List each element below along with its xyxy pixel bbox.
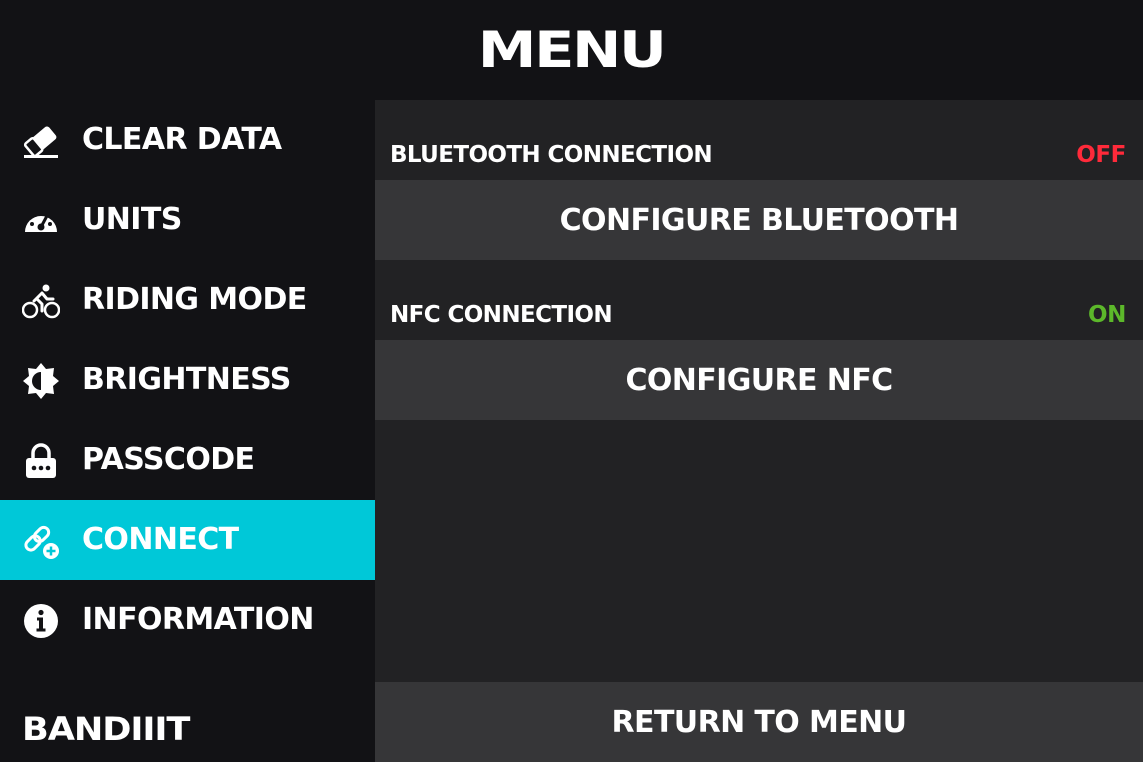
sidebar: CLEAR DATA UNITS RIDING MODE BRIGHTNESS … — [0, 100, 375, 762]
sidebar-item-passcode[interactable]: PASSCODE — [0, 420, 375, 500]
bluetooth-status-value: OFF — [1076, 142, 1126, 168]
sidebar-item-information[interactable]: INFORMATION — [0, 580, 375, 660]
sidebar-item-units[interactable]: UNITS — [0, 180, 375, 260]
sidebar-item-riding-mode[interactable]: RIDING MODE — [0, 260, 375, 340]
speedometer-icon — [22, 202, 60, 240]
link-add-icon — [22, 522, 60, 560]
lock-icon — [22, 442, 60, 480]
brand-logo: BANDIIIT — [22, 710, 190, 748]
connect-panel: BLUETOOTH CONNECTION OFF CONFIGURE BLUET… — [375, 100, 1143, 682]
sidebar-item-connect[interactable]: CONNECT — [0, 500, 375, 580]
eraser-icon — [22, 122, 60, 160]
info-icon — [22, 602, 60, 640]
brightness-icon — [22, 362, 60, 400]
configure-bluetooth-button[interactable]: CONFIGURE BLUETOOTH — [375, 180, 1143, 260]
sidebar-item-label: RIDING MODE — [82, 282, 307, 317]
page-title: MENU — [478, 21, 667, 79]
sidebar-item-brightness[interactable]: BRIGHTNESS — [0, 340, 375, 420]
header: MENU — [0, 0, 1143, 100]
sidebar-item-label: INFORMATION — [82, 602, 314, 637]
nfc-status-row: NFC CONNECTION ON — [375, 260, 1143, 340]
sidebar-item-label: UNITS — [82, 202, 182, 237]
sidebar-item-label: BRIGHTNESS — [82, 362, 291, 397]
sidebar-item-label: CONNECT — [82, 522, 239, 557]
nfc-connection-label: NFC CONNECTION — [390, 302, 613, 328]
bluetooth-connection-label: BLUETOOTH CONNECTION — [390, 142, 713, 168]
sidebar-item-label: PASSCODE — [82, 442, 255, 477]
configure-nfc-button[interactable]: CONFIGURE NFC — [375, 340, 1143, 420]
return-to-menu-button[interactable]: RETURN TO MENU — [375, 682, 1143, 762]
nfc-status-value: ON — [1087, 302, 1126, 328]
sidebar-item-clear-data[interactable]: CLEAR DATA — [0, 100, 375, 180]
sidebar-item-label: CLEAR DATA — [82, 122, 282, 157]
cyclist-icon — [22, 282, 60, 320]
bluetooth-status-row: BLUETOOTH CONNECTION OFF — [375, 100, 1143, 180]
